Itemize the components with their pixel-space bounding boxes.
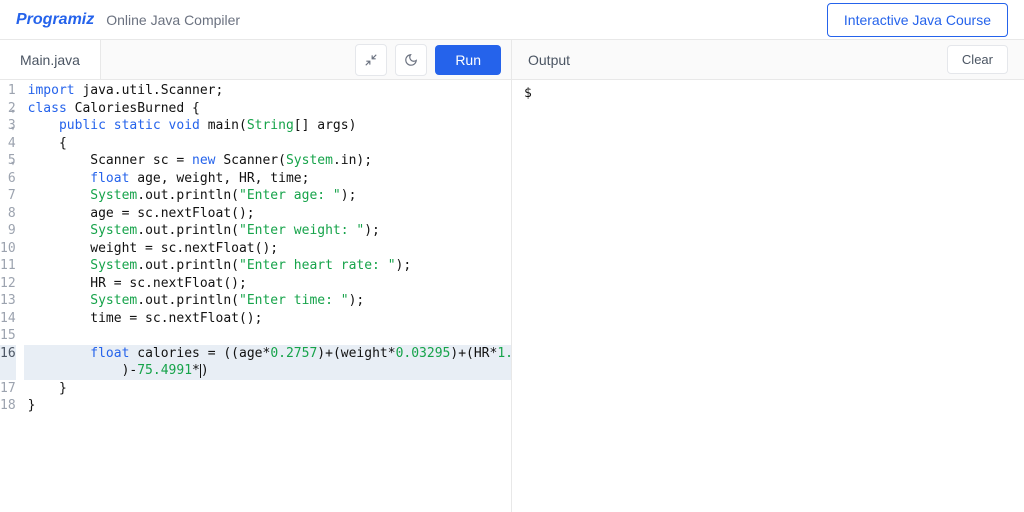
code-line[interactable]: public static void main(String[] args) <box>24 117 511 135</box>
code-area[interactable]: import java.util.Scanner;class CaloriesB… <box>24 80 511 512</box>
gutter-line: 2 <box>0 100 16 118</box>
code-line[interactable]: Scanner sc = new Scanner(System.in); <box>24 152 511 170</box>
gutter-line: 9 <box>0 222 16 240</box>
output-panel: Output Clear $ <box>512 40 1024 512</box>
code-line[interactable]: System.out.println("Enter age: "); <box>24 187 511 205</box>
gutter-line <box>0 362 16 380</box>
code-line[interactable]: System.out.println("Enter weight: "); <box>24 222 511 240</box>
main: Main.java Run 12345678910111213141516171… <box>0 40 1024 512</box>
header-left: Programiz Online Java Compiler <box>16 11 240 29</box>
interactive-course-button[interactable]: Interactive Java Course <box>827 3 1008 37</box>
run-button[interactable]: Run <box>435 45 501 75</box>
code-line[interactable] <box>24 327 511 345</box>
code-line[interactable]: HR = sc.nextFloat(); <box>24 275 511 293</box>
code-editor[interactable]: 123456789101112131415161718 import java.… <box>0 80 511 512</box>
code-line[interactable]: } <box>24 397 511 415</box>
gutter-line: 11 <box>0 257 16 275</box>
editor-tab-bar: Main.java Run <box>0 40 511 80</box>
editor-toolbar: Run <box>355 44 511 76</box>
logo[interactable]: Programiz <box>16 11 94 29</box>
output-bar: Output Clear <box>512 40 1024 80</box>
gutter-line: 1 <box>0 82 16 100</box>
code-line[interactable]: class CaloriesBurned { <box>24 100 511 118</box>
code-line[interactable]: System.out.println("Enter time: "); <box>24 292 511 310</box>
code-line[interactable]: float age, weight, HR, time; <box>24 170 511 188</box>
gutter-line: 7 <box>0 187 16 205</box>
code-line[interactable]: } <box>24 380 511 398</box>
gutter-line: 17 <box>0 380 16 398</box>
editor-panel: Main.java Run 12345678910111213141516171… <box>0 40 512 512</box>
code-line[interactable]: )-75.4991*) <box>24 362 511 380</box>
gutter-line: 18 <box>0 397 16 415</box>
code-line[interactable]: import java.util.Scanner; <box>24 82 511 100</box>
code-line[interactable]: { <box>24 135 511 153</box>
gutter-line: 12 <box>0 275 16 293</box>
gutter-line: 8 <box>0 205 16 223</box>
gutter-line: 16 <box>0 345 16 363</box>
header: Programiz Online Java Compiler Interacti… <box>0 0 1024 40</box>
page-title: Online Java Compiler <box>106 12 240 28</box>
code-line[interactable]: time = sc.nextFloat(); <box>24 310 511 328</box>
shrink-icon[interactable] <box>355 44 387 76</box>
tab-main-java[interactable]: Main.java <box>0 40 101 79</box>
output-content[interactable]: $ <box>512 80 1024 512</box>
gutter-line: 14 <box>0 310 16 328</box>
clear-button[interactable]: Clear <box>947 45 1008 74</box>
theme-icon[interactable] <box>395 44 427 76</box>
gutter-line: 3 <box>0 117 16 135</box>
gutter: 123456789101112131415161718 <box>0 80 24 512</box>
output-prompt: $ <box>524 86 532 101</box>
gutter-line: 5 <box>0 152 16 170</box>
code-line[interactable]: weight = sc.nextFloat(); <box>24 240 511 258</box>
code-line[interactable]: float calories = ((age*0.2757)+(weight*0… <box>24 345 511 363</box>
gutter-line: 13 <box>0 292 16 310</box>
gutter-line: 4 <box>0 135 16 153</box>
gutter-line: 15 <box>0 327 16 345</box>
code-line[interactable]: age = sc.nextFloat(); <box>24 205 511 223</box>
gutter-line: 6 <box>0 170 16 188</box>
output-label: Output <box>528 52 570 68</box>
gutter-line: 10 <box>0 240 16 258</box>
code-line[interactable]: System.out.println("Enter heart rate: ")… <box>24 257 511 275</box>
